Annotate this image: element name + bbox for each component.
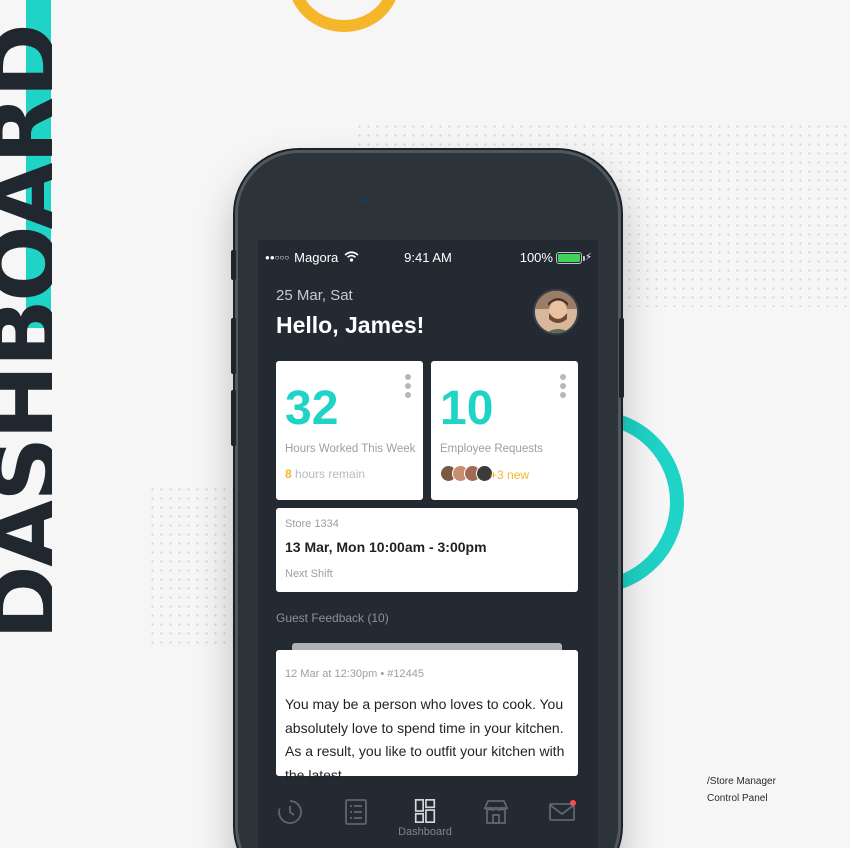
requests-card-more-icon[interactable] [560,374,566,398]
store-icon [483,800,509,824]
dashboard-icon [414,799,436,823]
hours-worked-value: 32 [285,382,339,435]
feedback-card[interactable]: 12 Mar at 12:30pm • #12445 You may be a … [276,650,578,783]
dot-pattern-left [148,485,243,645]
guest-feedback-title: Guest Feedback (10) [276,611,389,625]
tab-store[interactable] [476,798,516,838]
list-icon [345,799,367,825]
hours-worked-card[interactable]: 32 Hours Worked This Week 8 hours remain [276,361,423,500]
tab-dashboard-label: Dashboard [398,826,452,838]
user-avatar[interactable] [533,289,579,335]
clock-icon [278,800,302,824]
vertical-title: DASHBOARD [0,26,52,640]
caption-line-2: Control Panel [707,793,768,804]
employee-requests-label: Employee Requests [440,443,543,455]
employee-requests-value: 10 [440,382,494,435]
tab-messages[interactable] [542,798,582,838]
yellow-ring-decoration [288,0,400,32]
volume-down-button [231,390,236,446]
volume-up-button [231,318,236,374]
tab-bar: Dashboard [258,788,598,848]
caption-line-1: /Store Manager [707,776,776,787]
battery-percent: 100% [519,250,553,265]
shift-time: 13 Mar, Mon 10:00am - 3:00pm [285,539,487,555]
shift-label: Next Shift [285,568,333,580]
tab-dashboard[interactable]: Dashboard [398,798,452,838]
employee-requests-card[interactable]: 10 Employee Requests +3 new [431,361,578,500]
power-button [619,318,624,398]
new-requests-count: +3 new [490,468,530,482]
front-camera [362,198,368,204]
hours-remain-count: 8 [285,467,292,481]
tab-list[interactable] [336,798,376,838]
next-shift-card[interactable]: Store 1334 13 Mar, Mon 10:00am - 3:00pm … [276,508,578,592]
shift-store: Store 1334 [285,518,339,530]
hours-card-more-icon[interactable] [405,374,411,398]
feedback-text: You may be a person who loves to cook. Y… [285,696,565,783]
battery-icon [555,251,585,264]
hours-remain-text: hours remain [291,467,366,481]
hours-remain: 8 hours remain [285,467,365,481]
status-bar: ●●○○○ Magora 9:41 AM 100% ⚡ [258,248,598,268]
hours-worked-label: Hours Worked This Week [285,443,416,455]
caption: /Store Manager Control Panel [707,773,776,807]
mute-switch [231,250,236,280]
notification-dot [570,800,576,806]
requester-avatars [440,465,493,482]
app-screen: ●●○○○ Magora 9:41 AM 100% ⚡ 25 Mar, Sat … [258,240,598,848]
charging-bolt-icon: ⚡ [584,252,592,263]
feedback-meta: 12 Mar at 12:30pm • #12445 [285,668,424,680]
tab-schedule[interactable] [270,798,310,838]
greeting-title: Hello, James! [276,312,425,338]
header-date: 25 Mar, Sat [276,287,353,304]
